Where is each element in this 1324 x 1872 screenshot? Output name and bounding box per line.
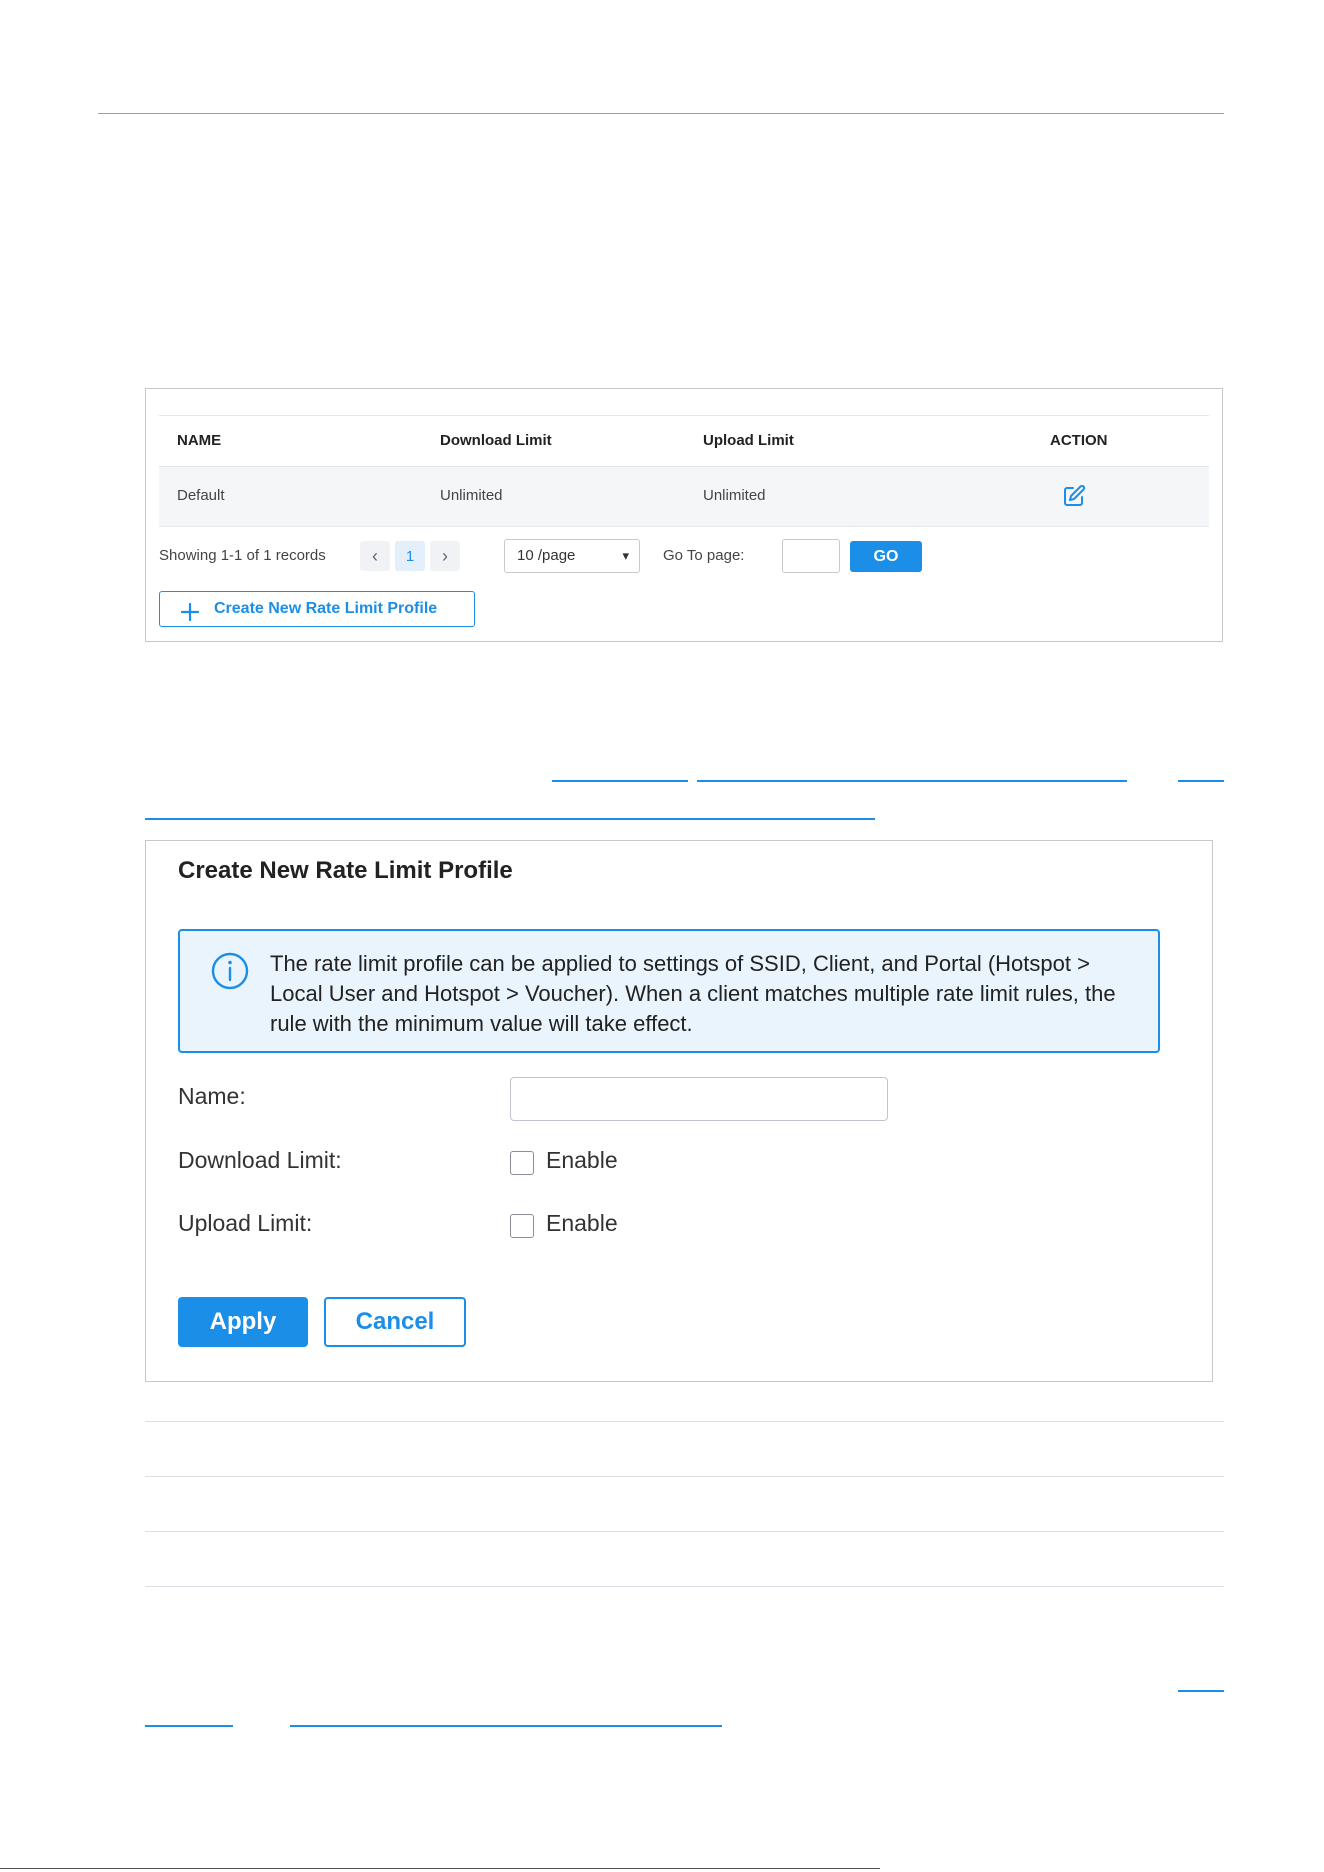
dialog-title: Create New Rate Limit Profile — [178, 857, 513, 884]
goto-page-label: Go To page: — [663, 547, 745, 564]
cell-upload-limit: Unlimited — [703, 487, 766, 504]
bottom-divider — [0, 1868, 880, 1869]
link-underline[interactable] — [145, 818, 875, 820]
records-summary: Showing 1-1 of 1 records — [159, 547, 326, 564]
column-header-upload-limit: Upload Limit — [703, 432, 794, 449]
table-row: Default Unlimited Unlimited — [159, 467, 1209, 527]
link-underline[interactable] — [145, 1725, 233, 1727]
create-profile-dialog: Create New Rate Limit Profile The rate l… — [145, 840, 1213, 1382]
pagination: Showing 1-1 of 1 records ‹ 1 › 10 /page … — [159, 539, 1209, 573]
table-divider — [145, 1421, 1224, 1422]
link-underline[interactable] — [697, 780, 1127, 782]
go-button[interactable]: GO — [850, 541, 922, 572]
prev-page-button[interactable]: ‹ — [360, 541, 390, 571]
cancel-button[interactable]: Cancel — [324, 1297, 466, 1347]
goto-page-input[interactable] — [782, 539, 840, 573]
cell-name: Default — [177, 487, 225, 504]
create-profile-button[interactable]: Create New Rate Limit Profile — [159, 591, 475, 627]
upload-limit-label: Upload Limit: — [178, 1210, 313, 1236]
link-underline[interactable] — [552, 780, 688, 782]
column-header-action: ACTION — [1050, 432, 1108, 449]
chevron-down-icon: ▾ — [622, 548, 629, 563]
name-label: Name: — [178, 1083, 246, 1109]
page-number-button[interactable]: 1 — [395, 541, 425, 571]
cell-download-limit: Unlimited — [440, 487, 503, 504]
info-icon — [210, 951, 250, 991]
table-header-row: NAME Download Limit Upload Limit ACTION — [159, 415, 1209, 467]
rate-limit-table-panel: NAME Download Limit Upload Limit ACTION … — [145, 388, 1223, 642]
download-limit-label: Download Limit: — [178, 1147, 342, 1173]
info-banner: The rate limit profile can be applied to… — [178, 929, 1160, 1053]
page-size-value: 10 /page — [517, 547, 576, 564]
apply-button[interactable]: Apply — [178, 1297, 308, 1347]
create-profile-button-label: Create New Rate Limit Profile — [214, 600, 438, 617]
column-header-download-limit: Download Limit — [440, 432, 552, 449]
link-underline[interactable] — [1178, 780, 1224, 782]
name-input[interactable] — [510, 1077, 888, 1121]
table-divider — [145, 1586, 1224, 1587]
plus-icon — [180, 600, 200, 622]
download-limit-enable-label: Enable — [546, 1147, 618, 1173]
info-text: The rate limit profile can be applied to… — [270, 951, 1116, 1036]
edit-icon[interactable] — [1062, 484, 1086, 508]
upload-limit-checkbox[interactable] — [510, 1214, 534, 1238]
upload-limit-enable-label: Enable — [546, 1210, 618, 1236]
link-underline[interactable] — [1178, 1690, 1224, 1692]
next-page-button[interactable]: › — [430, 541, 460, 571]
column-header-name: NAME — [177, 432, 222, 449]
link-underline[interactable] — [290, 1725, 722, 1727]
table-divider — [145, 1531, 1224, 1532]
download-limit-checkbox[interactable] — [510, 1151, 534, 1175]
top-divider — [98, 113, 1224, 114]
page-size-select[interactable]: 10 /page ▾ — [504, 539, 640, 573]
table-divider — [145, 1476, 1224, 1477]
